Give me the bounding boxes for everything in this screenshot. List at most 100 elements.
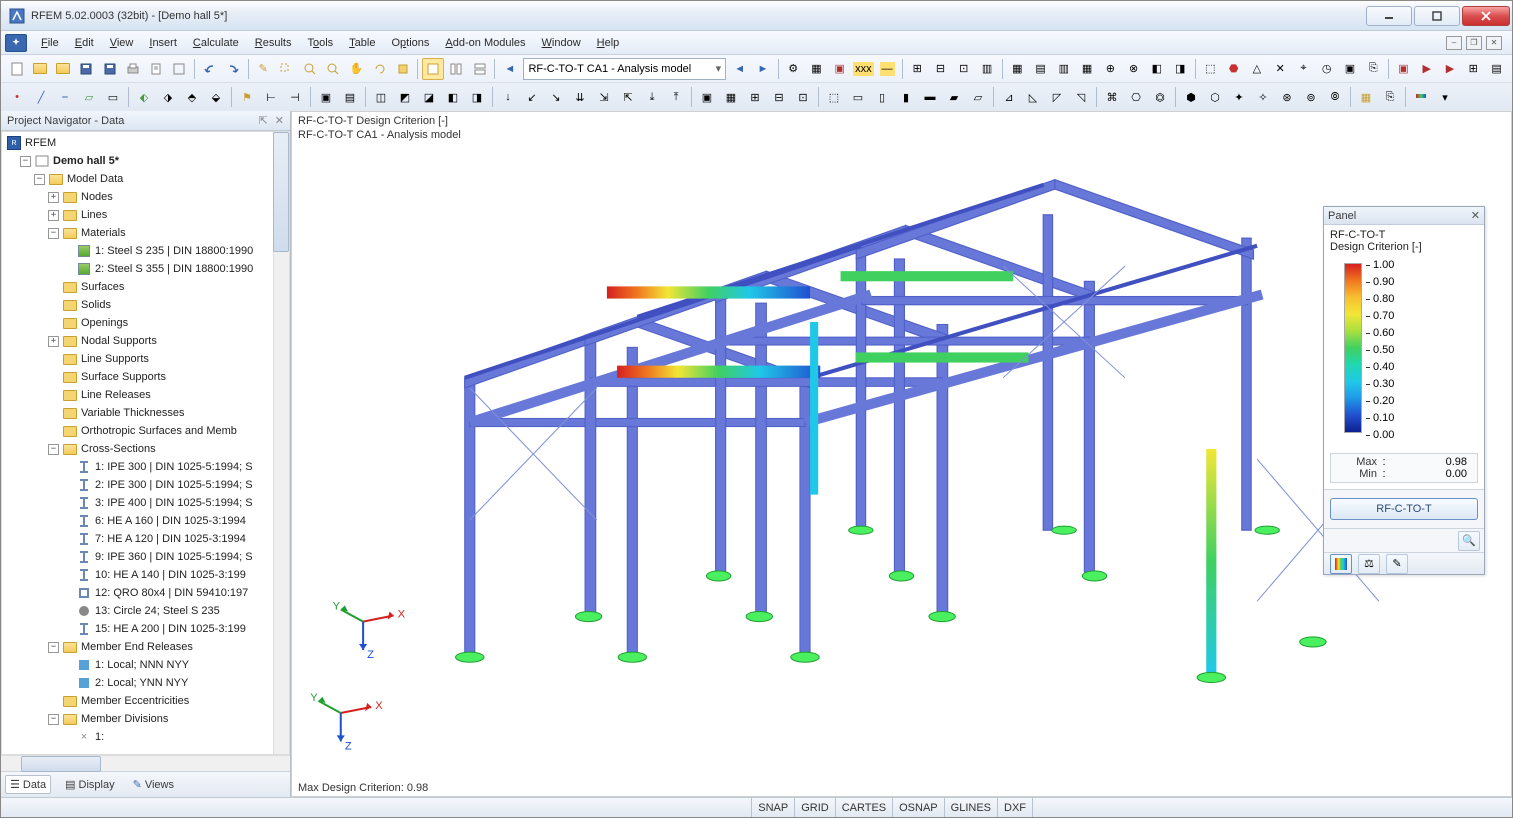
menu-window[interactable]: Window (534, 34, 589, 52)
tool-23-icon[interactable]: ▶ (1416, 58, 1437, 80)
tree-cs-12[interactable]: 12: QRO 80x4 | DIN 59410:197 (2, 584, 289, 602)
panel-title[interactable]: Panel✕ (1324, 207, 1484, 225)
zoom-out-icon[interactable] (322, 58, 343, 80)
tool-32-icon[interactable]: ⬗ (157, 86, 179, 108)
status-cell[interactable]: DXF (997, 798, 1032, 817)
menu-view[interactable]: View (102, 34, 142, 52)
t44-icon[interactable]: ◨ (466, 86, 488, 108)
menu-table[interactable]: Table (341, 34, 383, 52)
report-icon[interactable] (146, 58, 167, 80)
tree-mdiv[interactable]: −Member Divisions (2, 710, 289, 728)
t69-icon[interactable]: ⌘ (1101, 86, 1123, 108)
tree-cs-6[interactable]: 6: HE A 160 | DIN 1025-3:1994 (2, 512, 289, 530)
rotate-icon[interactable] (369, 58, 390, 80)
tree-cs-7[interactable]: 7: HE A 120 | DIN 1025-3:1994 (2, 530, 289, 548)
status-cell[interactable]: GLINES (944, 798, 997, 817)
t78-icon[interactable]: ⦾ (1324, 86, 1346, 108)
t76-icon[interactable]: ⊛ (1276, 86, 1298, 108)
tree-nodal-supports[interactable]: +Nodal Supports (2, 332, 289, 350)
tool-15-icon[interactable]: ⬣ (1223, 58, 1244, 80)
viewport[interactable]: RF-C-TO-T Design Criterion [-] RF-C-TO-T… (291, 111, 1512, 797)
tree-cs-15[interactable]: 15: HE A 200 | DIN 1025-3:199 (2, 620, 289, 638)
tree-materials[interactable]: −Materials (2, 224, 289, 242)
t49-icon[interactable]: ⇲ (593, 86, 615, 108)
t64-icon[interactable]: ▱ (967, 86, 989, 108)
tree-ortho[interactable]: Orthotropic Surfaces and Memb (2, 422, 289, 440)
tree-model-data[interactable]: −Model Data (2, 170, 289, 188)
tool-2-icon[interactable]: ▦ (806, 58, 827, 80)
new-icon[interactable] (6, 58, 27, 80)
tree-lines[interactable]: +Lines (2, 206, 289, 224)
tool-30-icon[interactable]: ▭ (102, 86, 124, 108)
open-icon[interactable] (29, 58, 50, 80)
t79-icon[interactable]: ▦ (1355, 86, 1377, 108)
panel-module-button[interactable]: RF-C-TO-T (1330, 498, 1478, 520)
tool-22-icon[interactable]: ▣ (1393, 58, 1414, 80)
t59-icon[interactable]: ▭ (847, 86, 869, 108)
menu-file[interactable]: File (33, 34, 67, 52)
menu-addons[interactable]: Add-on Modules (437, 34, 533, 52)
layout3-icon[interactable] (469, 58, 490, 80)
tree-cs-13[interactable]: 13: Circle 24; Steel S 235 (2, 602, 289, 620)
tree-surface-supports[interactable]: Surface Supports (2, 368, 289, 386)
t52-icon[interactable]: ⤒ (665, 86, 687, 108)
tool-7-icon[interactable]: ⊟ (930, 58, 951, 80)
mdi-close[interactable]: ✕ (1486, 36, 1502, 50)
status-cell[interactable]: OSNAP (892, 798, 944, 817)
scale-icon[interactable]: ⚖ (1358, 554, 1380, 574)
mdi-restore[interactable]: ❐ (1466, 36, 1482, 50)
line-icon[interactable]: ╱ (30, 86, 52, 108)
t72-icon[interactable]: ⬢ (1180, 86, 1202, 108)
tree-mdiv-1[interactable]: ×1: (2, 728, 289, 746)
redo-icon[interactable] (222, 58, 243, 80)
maximize-button[interactable] (1414, 6, 1460, 26)
tree-cs-9[interactable]: 9: IPE 360 | DIN 1025-5:1994; S (2, 548, 289, 566)
tool-33-icon[interactable]: ⬘ (181, 86, 203, 108)
tool-25-icon[interactable]: ⊞ (1463, 58, 1484, 80)
save-icon[interactable] (76, 58, 97, 80)
tree-mat-1[interactable]: 1: Steel S 235 | DIN 18800:1990 (2, 242, 289, 260)
status-cell[interactable]: CARTES (835, 798, 892, 817)
t45-icon[interactable]: ↓ (497, 86, 519, 108)
tool-16-icon[interactable]: △ (1246, 58, 1267, 80)
tree-vscroll[interactable] (273, 132, 289, 754)
tool-20-icon[interactable]: ▣ (1339, 58, 1360, 80)
t66-icon[interactable]: ◺ (1022, 86, 1044, 108)
member-icon[interactable]: ⎯ (54, 86, 76, 108)
view-y-icon[interactable]: ▥ (1053, 58, 1074, 80)
tool-18-icon[interactable]: ⌖ (1293, 58, 1314, 80)
t81-icon[interactable] (1410, 86, 1432, 108)
app-menu-icon[interactable]: ✦ (5, 34, 27, 52)
t65-icon[interactable]: ⊿ (998, 86, 1020, 108)
tool-34-icon[interactable]: ⬙ (205, 86, 227, 108)
panel-close-icon[interactable]: ✕ (1471, 209, 1480, 222)
tool-38-icon[interactable]: ▣ (315, 86, 337, 108)
t61-icon[interactable]: ▮ (895, 86, 917, 108)
tool-14-icon[interactable]: ⬚ (1200, 58, 1221, 80)
t75-icon[interactable]: ✧ (1252, 86, 1274, 108)
t71-icon[interactable]: ⏣ (1149, 86, 1171, 108)
tab-views[interactable]: ✎Views (129, 776, 178, 793)
tree-mat-2[interactable]: 2: Steel S 355 | DIN 18800:1990 (2, 260, 289, 278)
menu-insert[interactable]: Insert (141, 34, 185, 52)
menu-results[interactable]: Results (247, 34, 300, 52)
first-icon[interactable]: ◄ (729, 58, 750, 80)
minimize-button[interactable] (1366, 6, 1412, 26)
t55-icon[interactable]: ⊞ (744, 86, 766, 108)
tool-35-icon[interactable]: ⚑ (236, 86, 258, 108)
t62-icon[interactable]: ▬ (919, 86, 941, 108)
node-icon[interactable]: • (6, 86, 28, 108)
tree-line-releases[interactable]: Line Releases (2, 386, 289, 404)
t58-icon[interactable]: ⬚ (823, 86, 845, 108)
prev-lc-icon[interactable]: ◄ (499, 58, 520, 80)
tree[interactable]: RRFEM −Demo hall 5* −Model Data +Nodes +… (1, 131, 290, 755)
view-x-icon[interactable]: ▤ (1030, 58, 1051, 80)
tool-19-icon[interactable]: ◷ (1316, 58, 1337, 80)
menu-options[interactable]: Options (383, 34, 437, 52)
open2-icon[interactable] (53, 58, 74, 80)
tool-26-icon[interactable]: ▤ (1486, 58, 1507, 80)
tree-root[interactable]: RRFEM (2, 134, 289, 152)
menu-help[interactable]: Help (589, 34, 628, 52)
zoom-in-icon[interactable] (299, 58, 320, 80)
filter-icon[interactable]: ✎ (1386, 554, 1408, 574)
